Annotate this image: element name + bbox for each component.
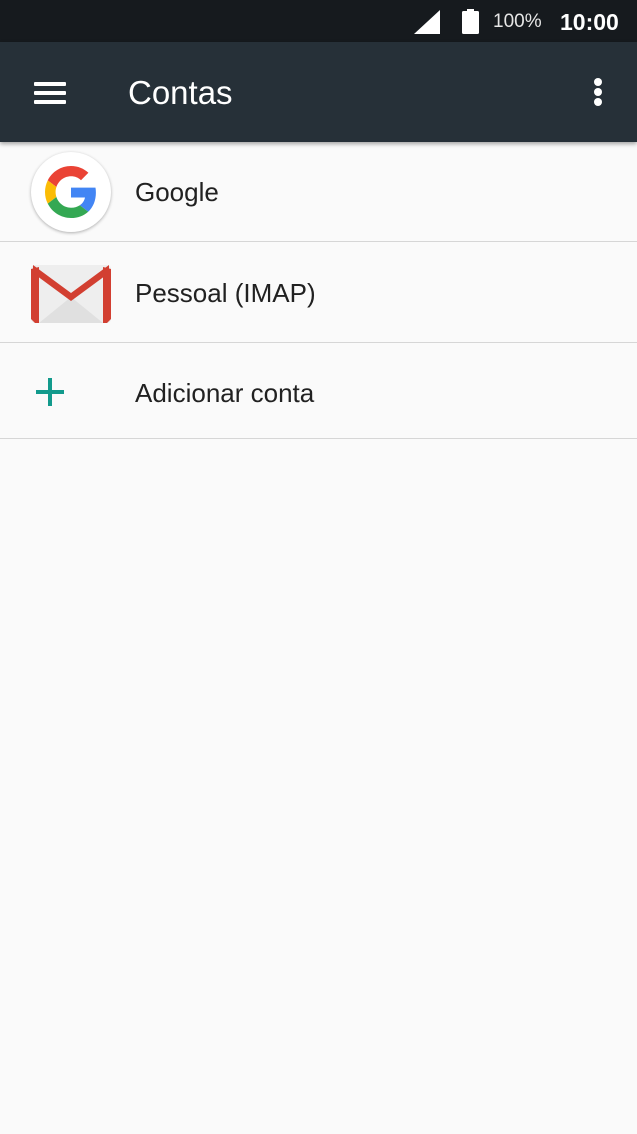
clock: 10:00: [560, 9, 619, 35]
gmail-envelope-icon: [31, 265, 111, 323]
page-title: Contas: [128, 74, 233, 111]
add-account-button[interactable]: Adicionar conta: [0, 343, 637, 439]
navigation-menu-button[interactable]: [22, 70, 78, 114]
more-vert-icon: [594, 78, 602, 86]
status-bar: 100% 10:00: [0, 0, 637, 42]
battery-percentage: 100%: [493, 11, 542, 32]
account-label: Pessoal (IMAP): [135, 278, 316, 308]
add-account-label: Adicionar conta: [135, 378, 315, 408]
account-item-google[interactable]: Google: [0, 142, 637, 242]
account-label: Google: [135, 177, 219, 207]
accounts-list: Google Pessoal (IMAP) Adicionar conta: [0, 142, 637, 439]
battery-icon: [462, 9, 479, 34]
more-options-button[interactable]: [578, 70, 618, 114]
google-logo-icon: [31, 152, 111, 232]
account-item-imap[interactable]: Pessoal (IMAP): [0, 242, 637, 343]
app-bar: Contas: [0, 42, 637, 142]
signal-icon: [414, 10, 440, 34]
plus-icon: [36, 378, 64, 406]
hamburger-menu-icon: [34, 82, 66, 86]
